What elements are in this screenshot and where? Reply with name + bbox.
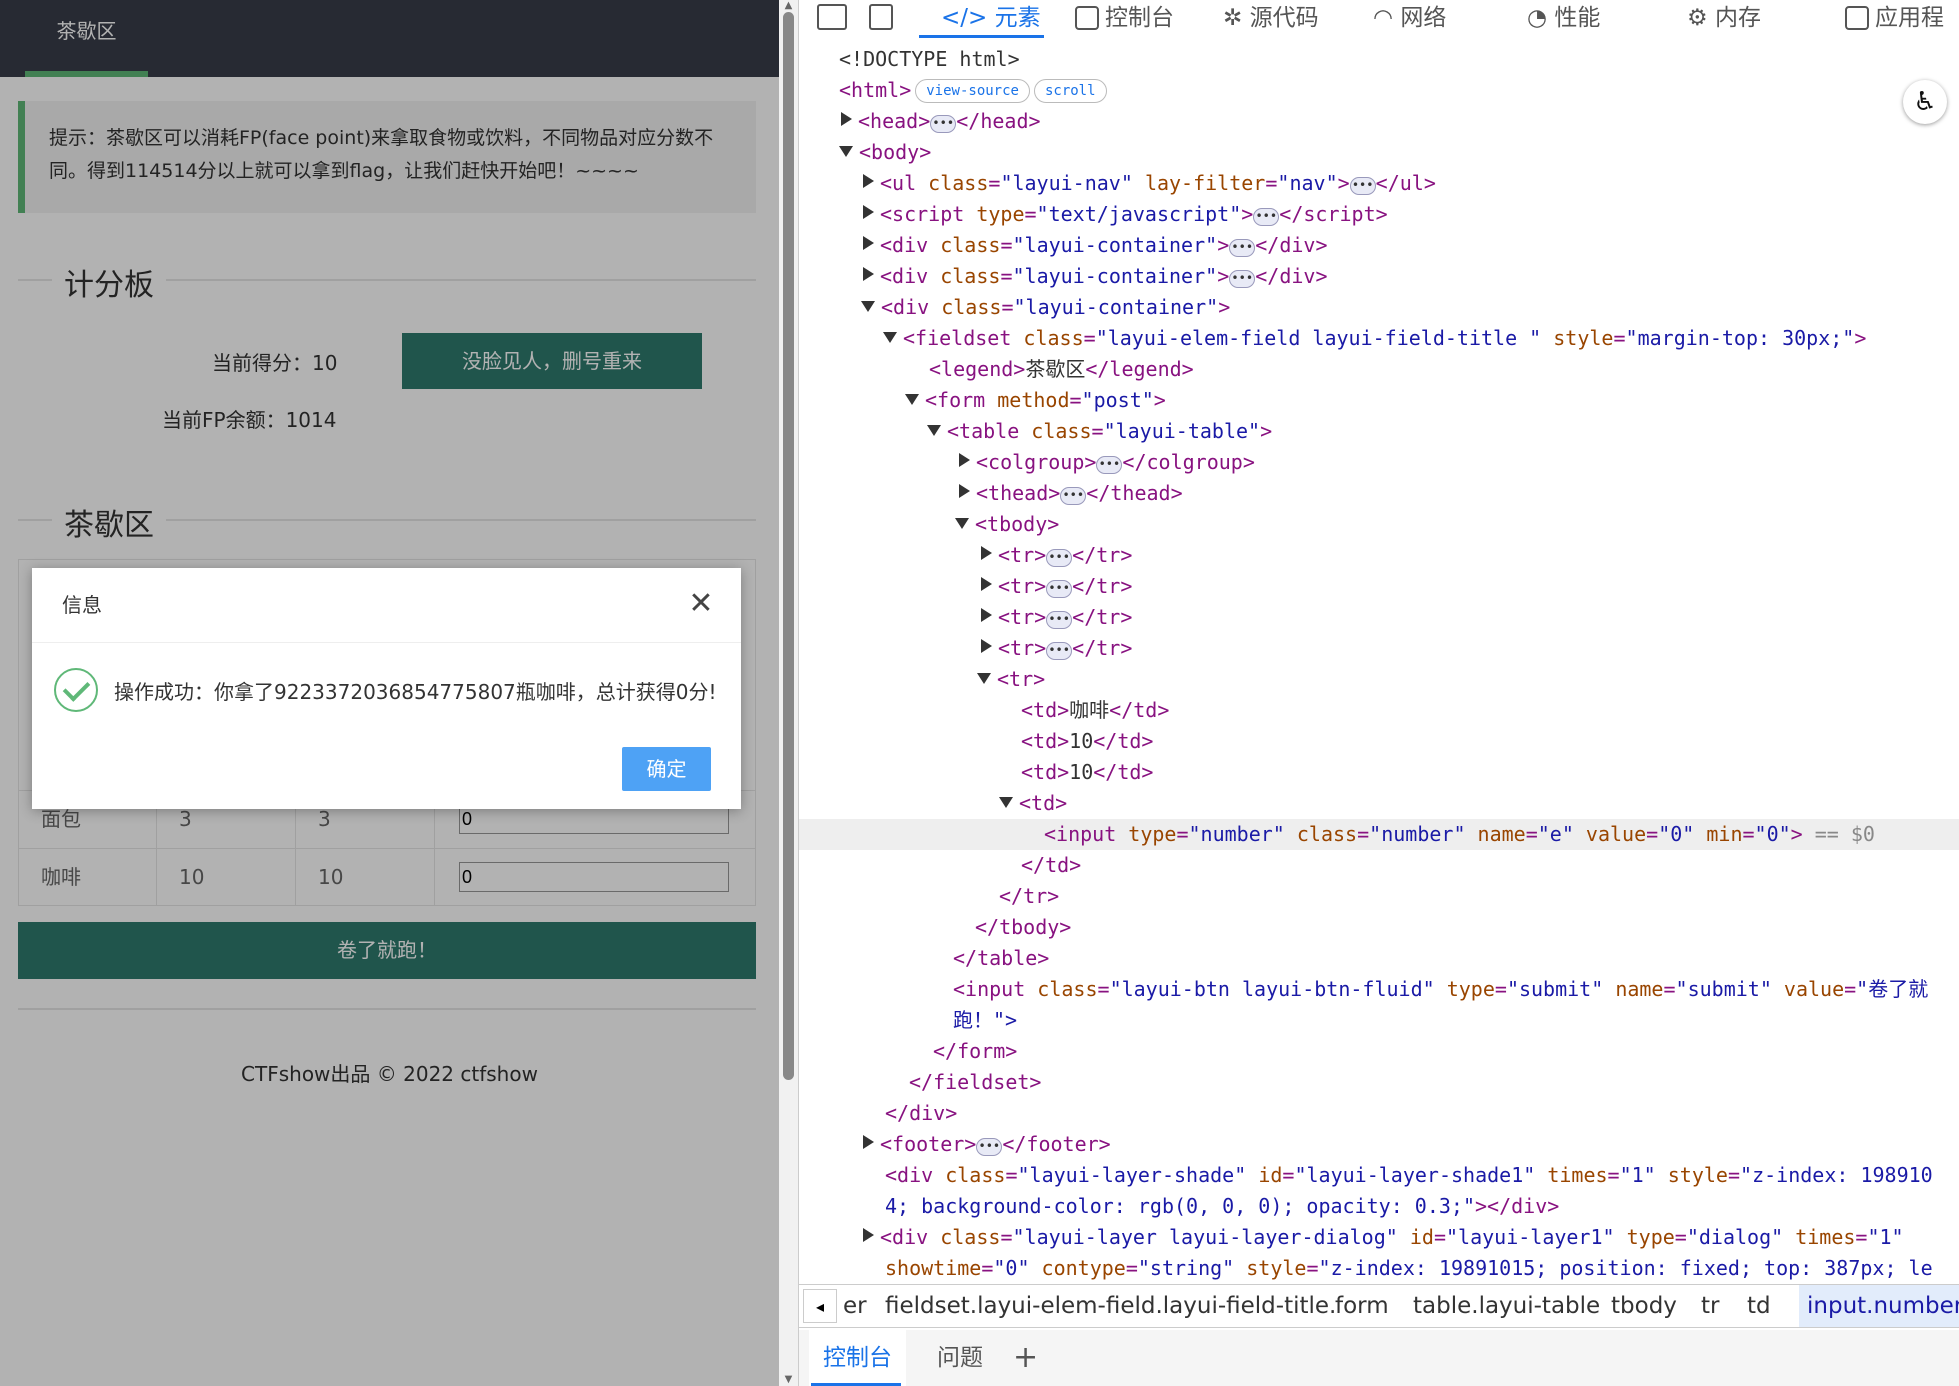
- devtools-panel: </> 元素 控制台 ✲ 源代码 ◠ 网络 ◔ 性能 ⚙ 内存 应用程 ♿ <!…: [798, 0, 1959, 1386]
- dom-line[interactable]: </tr>: [799, 881, 1959, 912]
- tab-sources[interactable]: ✲ 源代码: [1223, 0, 1319, 38]
- inspect-element-icon[interactable]: [817, 4, 847, 30]
- dom-line[interactable]: <head> ••• </head>: [799, 106, 1959, 137]
- dom-line[interactable]: <tr> ••• </tr>: [799, 571, 1959, 602]
- tab-console[interactable]: 控制台: [1075, 0, 1174, 38]
- dom-line[interactable]: <tr>: [799, 664, 1959, 695]
- dom-line[interactable]: <td>咖啡</td>: [799, 695, 1959, 726]
- dom-line[interactable]: <tr> ••• </tr>: [799, 602, 1959, 633]
- dom-line[interactable]: <form method="post">: [799, 385, 1959, 416]
- dom-line[interactable]: <div class="layui-layer-shade" id="layui…: [799, 1160, 1959, 1191]
- tab-performance[interactable]: ◔ 性能: [1527, 0, 1600, 38]
- dom-line[interactable]: <legend>茶歇区</legend>: [799, 354, 1959, 385]
- view-source-badge[interactable]: view-source: [915, 79, 1030, 103]
- dom-line[interactable]: 4; background-color: rgb(0, 0, 0); opaci…: [799, 1191, 1959, 1222]
- dom-line[interactable]: <tbody>: [799, 509, 1959, 540]
- breadcrumb-item[interactable]: fieldset.layui-elem-field.layui-field-ti…: [885, 1285, 1336, 1327]
- dom-line[interactable]: 跑！">: [799, 1005, 1959, 1036]
- dom-line[interactable]: <footer> ••• </footer>: [799, 1129, 1959, 1160]
- crumb-scroll-left-icon[interactable]: ◂: [803, 1289, 837, 1323]
- tab-memory[interactable]: ⚙ 内存: [1687, 0, 1761, 38]
- app: 茶歇区 提示：茶歇区可以消耗FP(face point)来拿取食物或饮料，不同物…: [0, 0, 1959, 1386]
- scroll-badge[interactable]: scroll: [1033, 79, 1107, 103]
- drawer-tab-console[interactable]: 控制台: [809, 1330, 906, 1386]
- active-tab-indicator: [919, 35, 1044, 38]
- dom-line[interactable]: <ul class="layui-nav" lay-filter="nav"> •…: [799, 168, 1959, 199]
- confirm-button[interactable]: 确定: [622, 747, 711, 791]
- dom-line[interactable]: </tbody>: [799, 912, 1959, 943]
- success-check-icon: [54, 668, 98, 712]
- add-tab-plus-icon[interactable]: +: [1013, 1330, 1038, 1386]
- dom-line[interactable]: <table class="layui-table">: [799, 416, 1959, 447]
- dom-line[interactable]: <!DOCTYPE html>: [799, 44, 1959, 75]
- breadcrumb-item-selected[interactable]: input.number: [1799, 1285, 1959, 1327]
- dom-line[interactable]: <body>: [799, 137, 1959, 168]
- tab-elements[interactable]: </> 元素: [941, 0, 1041, 38]
- dialog-message: 操作成功：你拿了9223372036854775807瓶咖啡，总计获得0分!: [114, 680, 717, 704]
- dom-line[interactable]: <fieldset class="layui-elem-field layui-…: [799, 323, 1959, 354]
- dom-line[interactable]: </td>: [799, 850, 1959, 881]
- breadcrumb-item[interactable]: table.layui-table: [1413, 1285, 1600, 1327]
- dialog-title: 信息: [32, 568, 741, 643]
- dom-line-selected[interactable]: <input type="number" class="number" name…: [799, 819, 1959, 850]
- device-toolbar-icon[interactable]: [869, 4, 893, 30]
- breadcrumb-item[interactable]: er: [843, 1285, 867, 1327]
- dom-line[interactable]: <div class="layui-container"> ••• </div>: [799, 230, 1959, 261]
- dom-tree: <!DOCTYPE html> <html> view-source scroll …: [799, 44, 1959, 1284]
- dom-line[interactable]: <div class="layui-container"> ••• </div>: [799, 261, 1959, 292]
- code-brackets-icon: </>: [941, 5, 995, 31]
- breadcrumb-item[interactable]: tr: [1701, 1285, 1719, 1327]
- bug-icon: ✲: [1223, 5, 1250, 31]
- breadcrumb-item[interactable]: tbody: [1611, 1285, 1677, 1327]
- devtools-drawer: 控制台 问题 +: [799, 1330, 1959, 1386]
- dom-line[interactable]: </table>: [799, 943, 1959, 974]
- tab-network[interactable]: ◠ 网络: [1373, 0, 1446, 38]
- dom-line[interactable]: showtime="0" contype="string" style="z-i…: [799, 1253, 1959, 1284]
- breadcrumb-item[interactable]: form: [1335, 1285, 1389, 1327]
- dom-line[interactable]: </fieldset>: [799, 1067, 1959, 1098]
- dom-line[interactable]: <div class="layui-layer layui-layer-dial…: [799, 1222, 1959, 1253]
- drawer-tab-issues[interactable]: 问题: [937, 1330, 983, 1386]
- close-icon[interactable]: ✕: [683, 586, 719, 622]
- breadcrumb: ◂ er fieldset.layui-elem-field.layui-fie…: [799, 1284, 1959, 1328]
- console-icon: [1075, 6, 1099, 30]
- dom-line[interactable]: <tr> ••• </tr>: [799, 633, 1959, 664]
- dom-line[interactable]: <script type="text/javascript"> ••• </scri…: [799, 199, 1959, 230]
- chip-icon: ⚙: [1687, 5, 1715, 31]
- dom-line[interactable]: <td>10</td>: [799, 757, 1959, 788]
- devtools-tabs: </> 元素 控制台 ✲ 源代码 ◠ 网络 ◔ 性能 ⚙ 内存 应用程: [799, 0, 1959, 38]
- dom-line[interactable]: <div class="layui-container">: [799, 292, 1959, 323]
- scroll-up-arrow-icon[interactable]: ▲: [783, 0, 794, 12]
- dom-line[interactable]: <input class="layui-btn layui-btn-fluid"…: [799, 974, 1959, 1005]
- breadcrumb-item[interactable]: td: [1747, 1285, 1771, 1327]
- dom-line[interactable]: <html> view-source scroll: [799, 75, 1959, 106]
- web-page: 茶歇区 提示：茶歇区可以消耗FP(face point)来拿取食物或饮料，不同物…: [0, 0, 779, 1386]
- dom-line[interactable]: </form>: [799, 1036, 1959, 1067]
- dom-line[interactable]: </div>: [799, 1098, 1959, 1129]
- dom-line[interactable]: <td>10</td>: [799, 726, 1959, 757]
- scrollbar-thumb[interactable]: [783, 12, 794, 1080]
- application-icon: [1845, 6, 1869, 30]
- wifi-icon: ◠: [1373, 5, 1401, 31]
- gauge-icon: ◔: [1527, 5, 1555, 31]
- tab-application[interactable]: 应用程: [1845, 0, 1944, 38]
- dom-line[interactable]: <thead> ••• </thead>: [799, 478, 1959, 509]
- info-dialog: 信息 ✕ 操作成功：你拿了9223372036854775807瓶咖啡，总计获得…: [32, 568, 741, 809]
- scroll-down-arrow-icon[interactable]: ▼: [783, 1374, 794, 1386]
- dom-line[interactable]: <tr> ••• </tr>: [799, 540, 1959, 571]
- dom-line[interactable]: <colgroup> ••• </colgroup>: [799, 447, 1959, 478]
- dom-line[interactable]: <td>: [799, 788, 1959, 819]
